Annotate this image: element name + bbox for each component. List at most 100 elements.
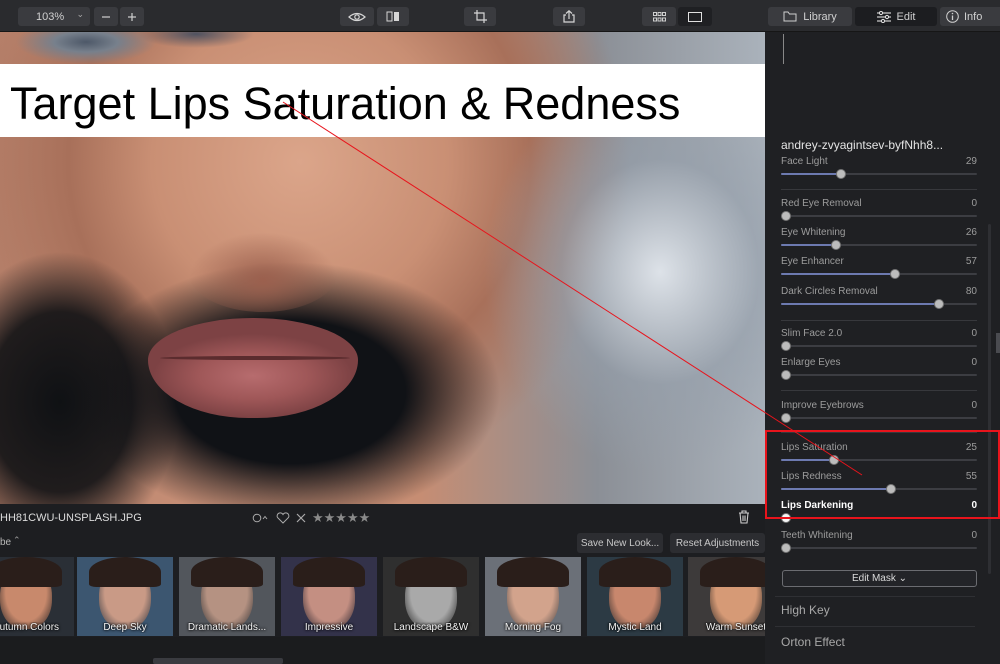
look-thumbnail[interactable]: Dramatic Lands...	[179, 557, 275, 636]
section-divider	[775, 626, 975, 627]
slider-group-divider	[781, 189, 977, 190]
heart-icon[interactable]	[276, 512, 290, 524]
trash-icon[interactable]	[738, 510, 750, 524]
look-thumbnail[interactable]: Morning Fog	[485, 557, 581, 636]
compare-icon	[386, 11, 399, 22]
single-view-button[interactable]	[678, 7, 712, 26]
look-label: Impressive	[304, 622, 354, 633]
chevron-up-icon[interactable]: ⌃	[13, 535, 21, 546]
info-label: Info	[964, 10, 983, 23]
save-new-look-button[interactable]: Save New Look...	[577, 533, 663, 553]
looks-header: be ⌃ Save New Look... Reset Adjustments	[0, 531, 765, 555]
slider-track[interactable]	[781, 417, 977, 419]
circle-flag-icon[interactable]	[252, 513, 270, 523]
look-preview-hair	[497, 557, 569, 587]
panel-image-title: andrey-zvyagintsev-byfNhh8...	[781, 138, 944, 152]
slider-teeth-whitening[interactable]: Teeth Whitening 0	[781, 530, 977, 558]
edit-tab[interactable]: Edit	[855, 7, 937, 26]
slider-enlarge-eyes[interactable]: Enlarge Eyes 0	[781, 357, 977, 385]
slider-value[interactable]: 0	[971, 328, 977, 339]
preview-toggle-button[interactable]	[340, 7, 374, 26]
slider-value[interactable]: 26	[966, 227, 977, 238]
slider-handle[interactable]	[933, 299, 944, 309]
share-button[interactable]	[553, 7, 585, 26]
slider-slim-face-2-0[interactable]: Slim Face 2.0 0	[781, 328, 977, 356]
slider-group-divider	[781, 390, 977, 391]
section-high-key[interactable]: High Key	[781, 603, 830, 617]
edit-mask-button[interactable]: Edit Mask ⌄	[782, 570, 977, 587]
info-tab[interactable]: Info	[940, 7, 1000, 26]
slider-value[interactable]: 0	[971, 530, 977, 541]
slider-track[interactable]	[781, 547, 977, 549]
slider-value[interactable]: 57	[966, 256, 977, 267]
slider-track[interactable]	[781, 345, 977, 347]
slider-label: Improve Eyebrows	[781, 400, 864, 411]
slider-value[interactable]: 0	[971, 357, 977, 368]
slider-handle[interactable]	[781, 413, 791, 423]
slider-label: Dark Circles Removal	[781, 286, 878, 297]
annotation-banner-text: Target Lips Saturation & Redness	[10, 78, 681, 129]
slider-handle[interactable]	[781, 370, 791, 380]
slider-red-eye-removal[interactable]: Red Eye Removal 0	[781, 198, 977, 226]
grid-view-button[interactable]	[642, 7, 676, 26]
slider-handle[interactable]	[889, 269, 900, 279]
slider-value[interactable]: 0	[971, 198, 977, 209]
reject-icon[interactable]	[296, 513, 306, 523]
slider-label: Face Light	[781, 156, 828, 167]
look-thumbnail[interactable]: Autumn Colors	[0, 557, 74, 636]
looks-scrollbar[interactable]	[153, 658, 283, 664]
zoom-select[interactable]: 103% ⌄	[18, 7, 90, 26]
slider-value[interactable]: 0	[971, 400, 977, 411]
slider-eye-whitening[interactable]: Eye Whitening 26	[781, 227, 977, 255]
slider-fill	[781, 303, 939, 305]
share-icon	[563, 10, 575, 23]
slider-dark-circles-removal[interactable]: Dark Circles Removal 80	[781, 286, 977, 314]
panel-scrollbar[interactable]	[988, 224, 991, 574]
slider-fill	[781, 273, 895, 275]
slider-handle[interactable]	[830, 240, 841, 250]
star-rating[interactable]: ★★★★★	[312, 510, 370, 526]
slider-handle[interactable]	[781, 211, 791, 221]
slider-eye-enhancer[interactable]: Eye Enhancer 57	[781, 256, 977, 284]
crop-button[interactable]	[464, 7, 496, 26]
looks-strip: Autumn Colors Deep Sky Dramatic Lands... Im…	[0, 555, 784, 637]
edit-label: Edit	[896, 10, 916, 23]
look-label: Landscape B&W	[393, 622, 469, 633]
reset-adjustments-button[interactable]: Reset Adjustments	[670, 533, 765, 553]
look-label: Mystic Land	[608, 622, 662, 633]
zoom-value: 103%	[36, 10, 65, 23]
slider-group-divider	[781, 320, 977, 321]
slider-label: Red Eye Removal	[781, 198, 862, 209]
look-label: Dramatic Lands...	[187, 622, 267, 633]
top-toolbar: 103% ⌄ Library Edit Info	[0, 0, 1000, 32]
slider-track[interactable]	[781, 374, 977, 376]
slider-handle[interactable]	[781, 543, 791, 553]
slider-value[interactable]: 29	[966, 156, 977, 167]
look-thumbnail[interactable]: Impressive	[281, 557, 377, 636]
section-divider	[775, 596, 975, 597]
look-thumbnail[interactable]: Deep Sky	[77, 557, 173, 636]
slider-face-light[interactable]: Face Light 29	[781, 156, 977, 184]
photo-lips	[148, 318, 358, 418]
compare-button[interactable]	[377, 7, 409, 26]
look-thumbnail[interactable]: Mystic Land	[587, 557, 683, 636]
section-orton-effect[interactable]: Orton Effect	[781, 635, 845, 649]
zoom-in-button[interactable]	[120, 7, 144, 26]
app-window: 103% ⌄ Library Edit Info Target Lips Sat…	[0, 0, 1000, 664]
crop-icon	[473, 10, 487, 23]
slider-handle[interactable]	[781, 341, 791, 351]
panel-collapse-handle[interactable]	[996, 333, 1000, 353]
zoom-out-button[interactable]	[94, 7, 118, 26]
rating-controls: ★★★★★	[252, 510, 370, 526]
library-tab[interactable]: Library	[768, 7, 852, 26]
bottom-strip	[0, 637, 765, 664]
looks-section-label[interactable]: be	[0, 537, 11, 548]
slider-value[interactable]: 80	[966, 286, 977, 297]
slider-improve-eyebrows[interactable]: Improve Eyebrows 0	[781, 400, 977, 428]
look-thumbnail[interactable]: Landscape B&W	[383, 557, 479, 636]
slider-track[interactable]	[781, 215, 977, 217]
panel-divider-line	[783, 34, 784, 64]
look-preview-hair	[293, 557, 365, 587]
slider-handle[interactable]	[836, 169, 847, 179]
image-filename: HH81CWU-UNSPLASH.JPG	[0, 512, 142, 524]
